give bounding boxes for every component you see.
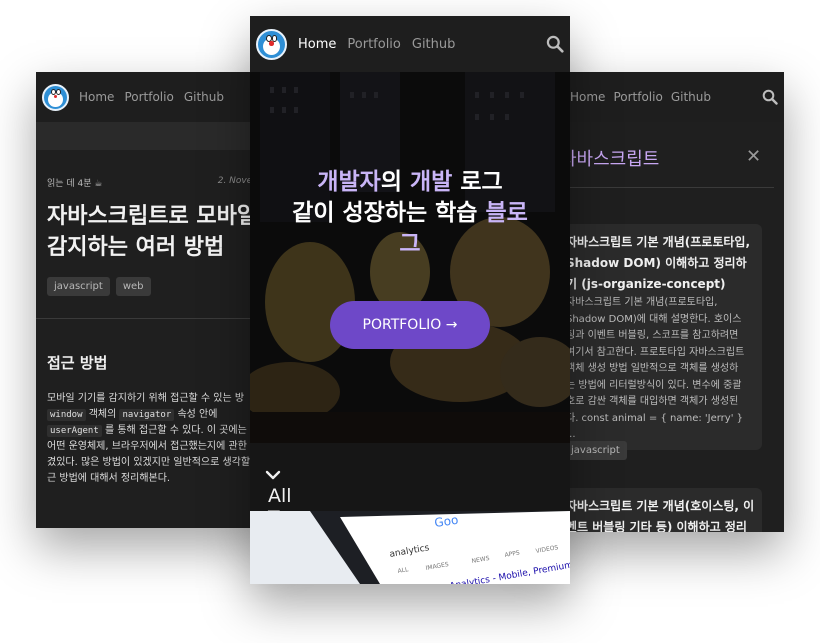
hero-highlight: 블로 bbox=[485, 200, 528, 226]
nav-home-link[interactable]: Home bbox=[79, 90, 114, 104]
nav-github-link[interactable]: Github bbox=[412, 37, 456, 52]
inline-code: navigator bbox=[119, 409, 175, 421]
search-icon[interactable] bbox=[546, 35, 564, 57]
phone-analytics-image: Goo analytics ALL IMAGES NEWS APPS VIDEO… bbox=[250, 511, 570, 584]
post-meta: 읽는 데 4분 ☕ 2. November bbox=[36, 150, 286, 189]
nav-home-link[interactable]: Home bbox=[570, 90, 605, 104]
progress-bar bbox=[36, 122, 286, 150]
tag-web[interactable]: web bbox=[115, 277, 151, 296]
all-tags-label: All Tags bbox=[259, 464, 310, 529]
body-text: 속성 안에 bbox=[174, 409, 218, 420]
card-title[interactable]: 자바스크립트 기본 개념(호이스팅, 이벤트 버블링 기타 등) 이해하고 정리… bbox=[566, 496, 756, 532]
divider bbox=[36, 318, 286, 319]
avatar[interactable] bbox=[42, 83, 69, 111]
nav-portfolio-link[interactable]: Portfolio bbox=[613, 90, 662, 104]
portfolio-button[interactable]: PORTFOLIO → bbox=[330, 301, 490, 349]
hero-text: 같이 성장하는 학습 bbox=[292, 200, 486, 226]
body-text: 모바일 기기를 감지하기 위해 접근할 수 있는 방 bbox=[47, 393, 245, 404]
tag-javascript[interactable]: javascript bbox=[564, 441, 627, 460]
card-title[interactable]: 자바스크립트 기본 개념(프로토타입, Shadow DOM) 이해하고 정리하… bbox=[566, 232, 756, 295]
card-description: 자바스크립트 기본 개념(프로토타입, Shadow DOM)에 대해 설명한다… bbox=[566, 297, 745, 440]
top-nav: Home Portfolio Github bbox=[250, 16, 570, 72]
hero-text: 로그 bbox=[452, 169, 503, 195]
panel-title: 자바스크립트 bbox=[560, 149, 660, 170]
chevron-down-icon bbox=[265, 470, 281, 480]
close-icon[interactable]: ✕ bbox=[746, 146, 761, 167]
home-screen: Home Portfolio Github 개발자의 개발 로그 같이 성장하는… bbox=[250, 16, 570, 584]
nav-portfolio-link[interactable]: Portfolio bbox=[347, 37, 400, 52]
hero-banner: 개발자의 개발 로그 같이 성장하는 학습 블로 그 PORTFOLIO → bbox=[250, 72, 570, 443]
nav-github-link[interactable]: Github bbox=[671, 90, 711, 104]
all-tags-toggle[interactable]: All Tags bbox=[250, 443, 570, 529]
tag-javascript[interactable]: javascript bbox=[47, 277, 110, 296]
inline-code: userAgent bbox=[47, 425, 102, 437]
tag-list: javascript web bbox=[36, 263, 286, 296]
hero-title: 개발자의 개발 로그 같이 성장하는 학습 블로 그 bbox=[250, 167, 570, 260]
nav-portfolio-link[interactable]: Portfolio bbox=[124, 90, 173, 104]
search-icon[interactable] bbox=[762, 89, 778, 109]
nav-github-link[interactable]: Github bbox=[184, 90, 224, 104]
body-text: 객체의 bbox=[85, 409, 120, 420]
hero-highlight: 개발자 bbox=[317, 169, 381, 195]
nav-home-link[interactable]: Home bbox=[298, 37, 336, 52]
avatar[interactable] bbox=[256, 28, 287, 60]
read-time: 읽는 데 4분 ☕ bbox=[47, 179, 103, 189]
top-nav: Home Portfolio Github bbox=[36, 72, 286, 122]
hero-text: 의 bbox=[380, 169, 410, 195]
hero-highlight: 개발 bbox=[410, 169, 453, 195]
hero-highlight: 그 bbox=[399, 231, 421, 257]
inline-code: window bbox=[47, 409, 86, 421]
post-screen: Home Portfolio Github 읽는 데 4분 ☕ 2. Novem… bbox=[36, 72, 286, 528]
